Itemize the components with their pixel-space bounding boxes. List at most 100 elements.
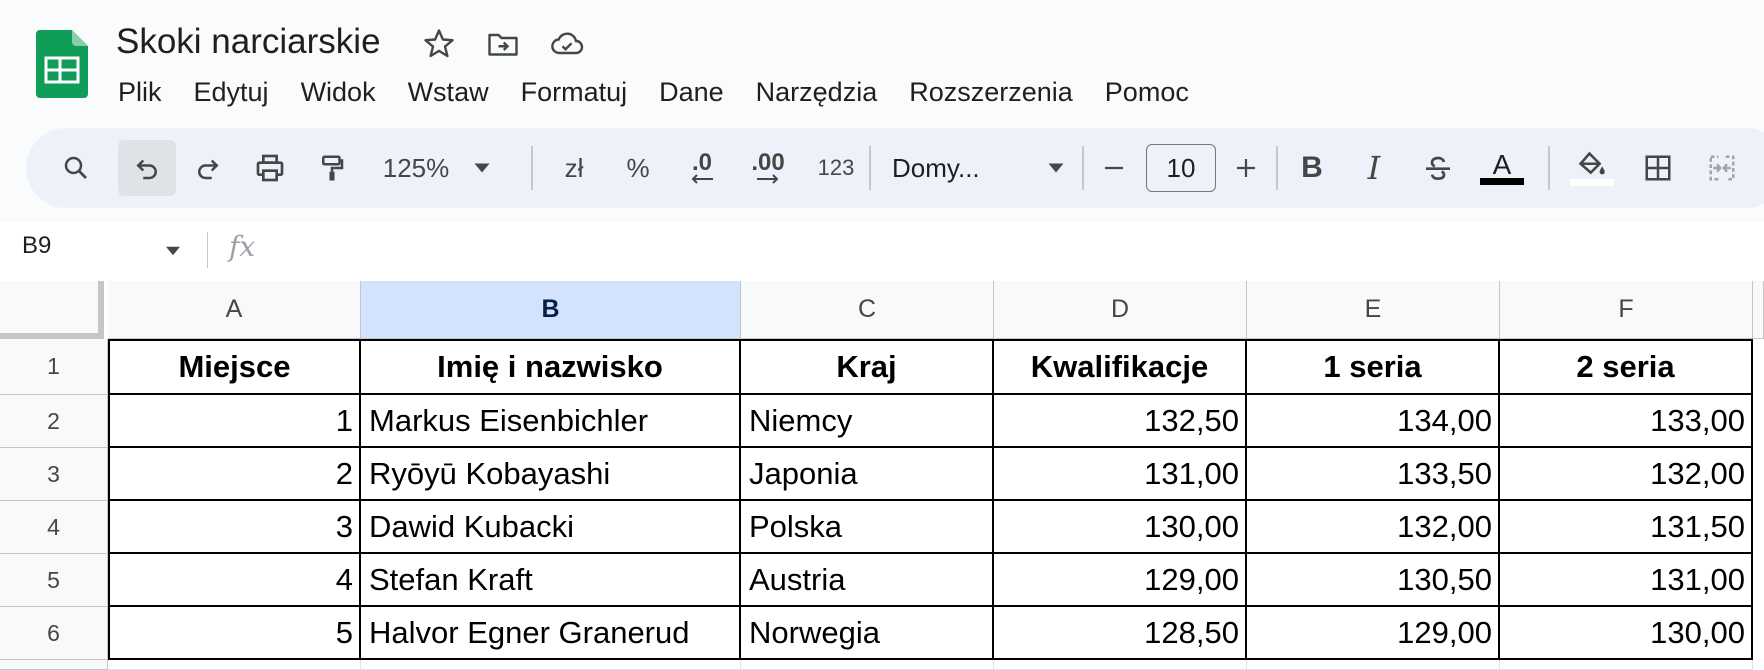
formula-input[interactable] xyxy=(280,232,1740,268)
cell-b7[interactable] xyxy=(361,660,741,670)
column-header-d[interactable]: D xyxy=(994,281,1247,339)
row-header-7[interactable] xyxy=(0,660,108,670)
decrease-decimals-button[interactable]: .0 xyxy=(674,140,730,196)
cell-c7[interactable] xyxy=(741,660,994,670)
cell-f3[interactable]: 132,00 xyxy=(1500,448,1753,501)
row-header-3[interactable]: 3 xyxy=(0,448,108,501)
cell-a7[interactable] xyxy=(108,660,361,670)
cell-b5[interactable]: Stefan Kraft xyxy=(361,554,741,607)
caret-down-icon[interactable] xyxy=(164,244,182,258)
zoom-dropdown[interactable] xyxy=(464,140,500,196)
borders-button[interactable] xyxy=(1632,140,1684,196)
cell-f4[interactable]: 131,50 xyxy=(1500,501,1753,554)
cell-e5[interactable]: 130,50 xyxy=(1247,554,1500,607)
column-header-a[interactable]: A xyxy=(108,281,361,339)
cell-c4[interactable]: Polska xyxy=(741,501,994,554)
cell-c1[interactable]: Kraj xyxy=(741,339,994,395)
cell-e3[interactable]: 133,50 xyxy=(1247,448,1500,501)
row-header-5[interactable]: 5 xyxy=(0,554,108,607)
cell-b6[interactable]: Halvor Egner Granerud xyxy=(361,607,741,660)
cell-e6[interactable]: 129,00 xyxy=(1247,607,1500,660)
row-header-4[interactable]: 4 xyxy=(0,501,108,554)
cell-f6[interactable]: 130,00 xyxy=(1500,607,1753,660)
search-menus-button[interactable] xyxy=(50,140,102,196)
menu-file[interactable]: Plik xyxy=(104,72,178,112)
paint-format-button[interactable] xyxy=(306,140,358,196)
menu-edit[interactable]: Edytuj xyxy=(178,72,285,112)
strikethrough-button[interactable] xyxy=(1412,140,1464,196)
cell-d7[interactable] xyxy=(994,660,1247,670)
bold-button[interactable]: B xyxy=(1286,140,1338,196)
cell-a3[interactable]: 2 xyxy=(108,448,361,501)
more-formats-button[interactable]: 123 xyxy=(806,140,866,196)
cell-e1[interactable]: 1 seria xyxy=(1247,339,1500,395)
move-folder-icon[interactable] xyxy=(485,26,521,62)
cell-a5[interactable]: 4 xyxy=(108,554,361,607)
row-header-2[interactable]: 2 xyxy=(0,395,108,448)
menu-insert[interactable]: Wstaw xyxy=(392,72,505,112)
cell-c2[interactable]: Niemcy xyxy=(741,395,994,448)
cell-d2[interactable]: 132,50 xyxy=(994,395,1247,448)
star-icon[interactable] xyxy=(421,26,457,62)
undo-button[interactable] xyxy=(118,140,176,196)
cell-b2[interactable]: Markus Eisenbichler xyxy=(361,395,741,448)
italic-button[interactable]: I xyxy=(1348,140,1400,196)
column-header-b[interactable]: B xyxy=(361,281,741,339)
row-header-1[interactable]: 1 xyxy=(0,339,108,395)
column-header-e[interactable]: E xyxy=(1247,281,1500,339)
font-size-input[interactable]: 10 xyxy=(1146,144,1216,192)
column-header-f[interactable]: F xyxy=(1500,281,1753,339)
cell-a1[interactable]: Miejsce xyxy=(108,339,361,395)
cell-b1[interactable]: Imię i nazwisko xyxy=(361,339,741,395)
sheets-logo-icon[interactable] xyxy=(36,30,88,98)
zoom-select[interactable]: 125% xyxy=(376,140,456,196)
menu-extensions[interactable]: Rozszerzenia xyxy=(893,72,1089,112)
cell-f7[interactable] xyxy=(1500,660,1753,670)
select-all-corner[interactable] xyxy=(0,281,104,339)
menu-help[interactable]: Pomoc xyxy=(1089,72,1205,112)
increase-font-size-button[interactable] xyxy=(1224,140,1268,196)
decrease-font-size-button[interactable] xyxy=(1092,140,1136,196)
menu-data[interactable]: Dane xyxy=(643,72,740,112)
currency-format-button[interactable]: zł xyxy=(548,140,600,196)
document-title[interactable]: Skoki narciarskie xyxy=(116,22,381,62)
cell-d4[interactable]: 130,00 xyxy=(994,501,1247,554)
redo-button[interactable] xyxy=(182,140,234,196)
cell-d1[interactable]: Kwalifikacje xyxy=(994,339,1247,395)
cell-a2[interactable]: 1 xyxy=(108,395,361,448)
cell-d5[interactable]: 129,00 xyxy=(994,554,1247,607)
cell-c6[interactable]: Norwegia xyxy=(741,607,994,660)
fill-color-button[interactable] xyxy=(1564,140,1620,196)
cell-f1[interactable]: 2 seria xyxy=(1500,339,1753,395)
column-header-g[interactable] xyxy=(1753,281,1764,339)
menu-view[interactable]: Widok xyxy=(285,72,392,112)
cell-e4[interactable]: 132,00 xyxy=(1247,501,1500,554)
cell-b4[interactable]: Dawid Kubacki xyxy=(361,501,741,554)
cell-e2[interactable]: 134,00 xyxy=(1247,395,1500,448)
column-header-c[interactable]: C xyxy=(741,281,994,339)
font-select[interactable]: Domy... xyxy=(892,140,1032,196)
merge-cells-button[interactable] xyxy=(1696,140,1748,196)
cell-b3[interactable]: Ryōyū Kobayashi xyxy=(361,448,741,501)
cell-d6[interactable]: 128,50 xyxy=(994,607,1247,660)
cell-f5[interactable]: 131,00 xyxy=(1500,554,1753,607)
percent-format-button[interactable]: % xyxy=(612,140,664,196)
cell-a4[interactable]: 3 xyxy=(108,501,361,554)
cell-e7[interactable] xyxy=(1247,660,1500,670)
menu-format[interactable]: Formatuj xyxy=(505,72,644,112)
name-box[interactable]: B9 xyxy=(22,232,51,260)
text-color-button[interactable]: A xyxy=(1476,140,1528,196)
cell-c5[interactable]: Austria xyxy=(741,554,994,607)
cell-f2[interactable]: 133,00 xyxy=(1500,395,1753,448)
cell-a6[interactable]: 5 xyxy=(108,607,361,660)
print-button[interactable] xyxy=(244,140,296,196)
currency-label: zł xyxy=(564,152,584,183)
increase-decimals-button[interactable]: .00 xyxy=(738,140,798,196)
cell-d3[interactable]: 131,00 xyxy=(994,448,1247,501)
font-dropdown[interactable] xyxy=(1038,140,1074,196)
cell-c3[interactable]: Japonia xyxy=(741,448,994,501)
cloud-saved-icon[interactable] xyxy=(549,26,585,62)
row-header-6[interactable]: 6 xyxy=(0,607,108,660)
menu-bar: Plik Edytuj Widok Wstaw Formatuj Dane Na… xyxy=(104,72,1205,112)
menu-tools[interactable]: Narzędzia xyxy=(740,72,894,112)
